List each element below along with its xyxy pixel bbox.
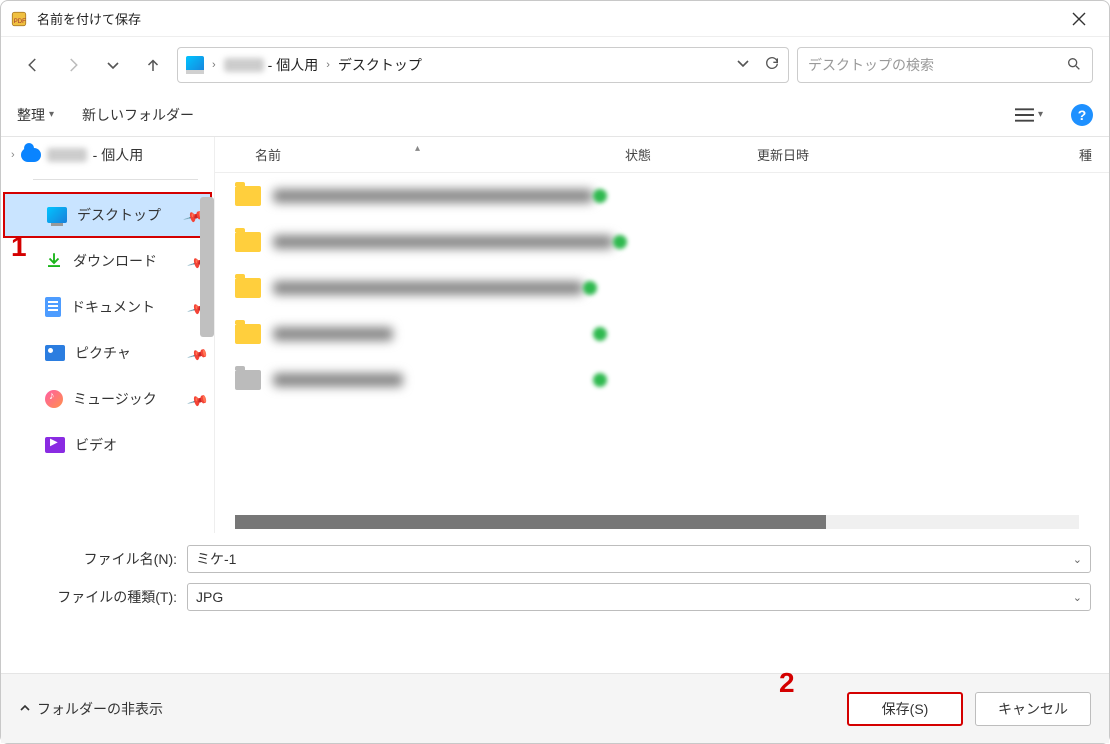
file-row[interactable] — [215, 173, 1109, 219]
search-placeholder: デスクトップの検索 — [808, 55, 1058, 75]
sidebar: › - 個人用 デスクトップ 📌 ダウンロード 📌 ドキュメント 📌 ピクチャ … — [1, 137, 215, 533]
new-folder-button[interactable]: 新しいフォルダー — [82, 105, 194, 125]
pictures-icon — [45, 345, 65, 361]
dropdown-icon[interactable]: ⌄ — [1073, 553, 1082, 566]
sidebar-scrollbar[interactable] — [200, 197, 214, 337]
col-date[interactable]: 更新日時 — [757, 145, 1079, 164]
chevron-up-icon — [19, 701, 31, 717]
save-button[interactable]: 保存(S) — [847, 692, 963, 726]
col-type[interactable]: 種 — [1079, 145, 1109, 164]
horizontal-scrollbar[interactable] — [235, 515, 1079, 529]
sidebar-label: デスクトップ — [77, 205, 161, 225]
pin-icon: 📌 — [187, 343, 206, 362]
col-status[interactable]: 状態 — [625, 145, 757, 164]
path-desktop[interactable]: デスクトップ — [338, 55, 422, 75]
file-row[interactable] — [215, 219, 1109, 265]
filename-label: ファイル名(N): — [19, 549, 187, 569]
sidebar-label: ドキュメント — [71, 297, 155, 317]
cloud-icon — [21, 148, 41, 162]
window-title: 名前を付けて保存 — [37, 9, 1057, 28]
sidebar-label: ミュージック — [73, 389, 157, 409]
blurred-user — [47, 148, 87, 162]
back-button[interactable] — [17, 49, 49, 81]
search-input[interactable]: デスクトップの検索 — [797, 47, 1093, 83]
dropdown-icon[interactable]: ⌄ — [1073, 591, 1082, 604]
hide-folders-button[interactable]: フォルダーの非表示 — [19, 699, 163, 719]
filetype-label: ファイルの種類(T): — [19, 587, 187, 607]
sidebar-item-music[interactable]: ミュージック 📌 — [1, 376, 214, 422]
recent-button[interactable] — [97, 49, 129, 81]
file-pane: 名前 状態 更新日時 種 — [215, 137, 1109, 533]
path-user[interactable]: - 個人用 — [268, 55, 319, 75]
sidebar-label: ビデオ — [75, 435, 117, 455]
footer: フォルダーの非表示 保存(S) キャンセル — [1, 673, 1109, 743]
column-headers: 名前 状態 更新日時 種 — [215, 137, 1109, 173]
folder-icon — [235, 370, 261, 390]
form-area: ファイル名(N): ミケ-1⌄ ファイルの種類(T): JPG⌄ — [1, 533, 1109, 625]
download-icon — [45, 251, 63, 272]
video-icon — [45, 437, 65, 453]
titlebar: PDF 名前を付けて保存 — [1, 1, 1109, 37]
pin-icon: 📌 — [187, 389, 206, 408]
organize-button[interactable]: 整理▾ — [17, 105, 54, 125]
sidebar-onedrive[interactable]: › - 個人用 — [1, 137, 214, 173]
cancel-button[interactable]: キャンセル — [975, 692, 1091, 726]
sidebar-item-documents[interactable]: ドキュメント 📌 — [1, 284, 214, 330]
sidebar-item-pictures[interactable]: ピクチャ 📌 — [1, 330, 214, 376]
chevron-icon: › — [322, 59, 334, 71]
forward-button[interactable] — [57, 49, 89, 81]
path-dropdown-icon[interactable] — [736, 56, 750, 75]
sidebar-label: ピクチャ — [75, 343, 131, 363]
filetype-select[interactable]: JPG⌄ — [187, 583, 1091, 611]
folder-icon — [235, 232, 261, 252]
up-button[interactable] — [137, 49, 169, 81]
file-row[interactable] — [215, 311, 1109, 357]
col-name[interactable]: 名前 — [215, 145, 625, 164]
address-bar: › - 個人用 › デスクトップ デスクトップの検索 — [1, 37, 1109, 93]
app-icon: PDF — [9, 9, 29, 29]
sidebar-item-videos[interactable]: ビデオ — [1, 422, 214, 468]
document-icon — [45, 297, 61, 317]
desktop-icon — [47, 207, 67, 223]
folder-icon — [235, 278, 261, 298]
search-icon — [1066, 56, 1082, 75]
help-button[interactable]: ? — [1071, 104, 1093, 126]
chevron-icon: › — [208, 59, 220, 71]
main-area: › - 個人用 デスクトップ 📌 ダウンロード 📌 ドキュメント 📌 ピクチャ … — [1, 137, 1109, 533]
folder-icon — [235, 324, 261, 344]
filename-input[interactable]: ミケ-1⌄ — [187, 545, 1091, 573]
music-icon — [45, 390, 63, 408]
divider — [33, 179, 198, 180]
path-box[interactable]: › - 個人用 › デスクトップ — [177, 47, 789, 83]
sidebar-item-desktop[interactable]: デスクトップ 📌 — [3, 192, 212, 238]
folder-icon — [235, 186, 261, 206]
refresh-button[interactable] — [764, 55, 780, 76]
svg-text:PDF: PDF — [14, 18, 26, 24]
sidebar-item-downloads[interactable]: ダウンロード 📌 — [1, 238, 214, 284]
close-button[interactable] — [1057, 1, 1101, 37]
file-row[interactable] — [215, 357, 1109, 403]
blurred-user — [224, 58, 264, 72]
sidebar-label: ダウンロード — [73, 251, 157, 271]
view-button[interactable]: ▾ — [1015, 101, 1043, 129]
desktop-icon — [186, 56, 204, 74]
toolbar: 整理▾ 新しいフォルダー ▾ ? — [1, 93, 1109, 137]
file-row[interactable] — [215, 265, 1109, 311]
expand-icon: › — [11, 149, 15, 161]
